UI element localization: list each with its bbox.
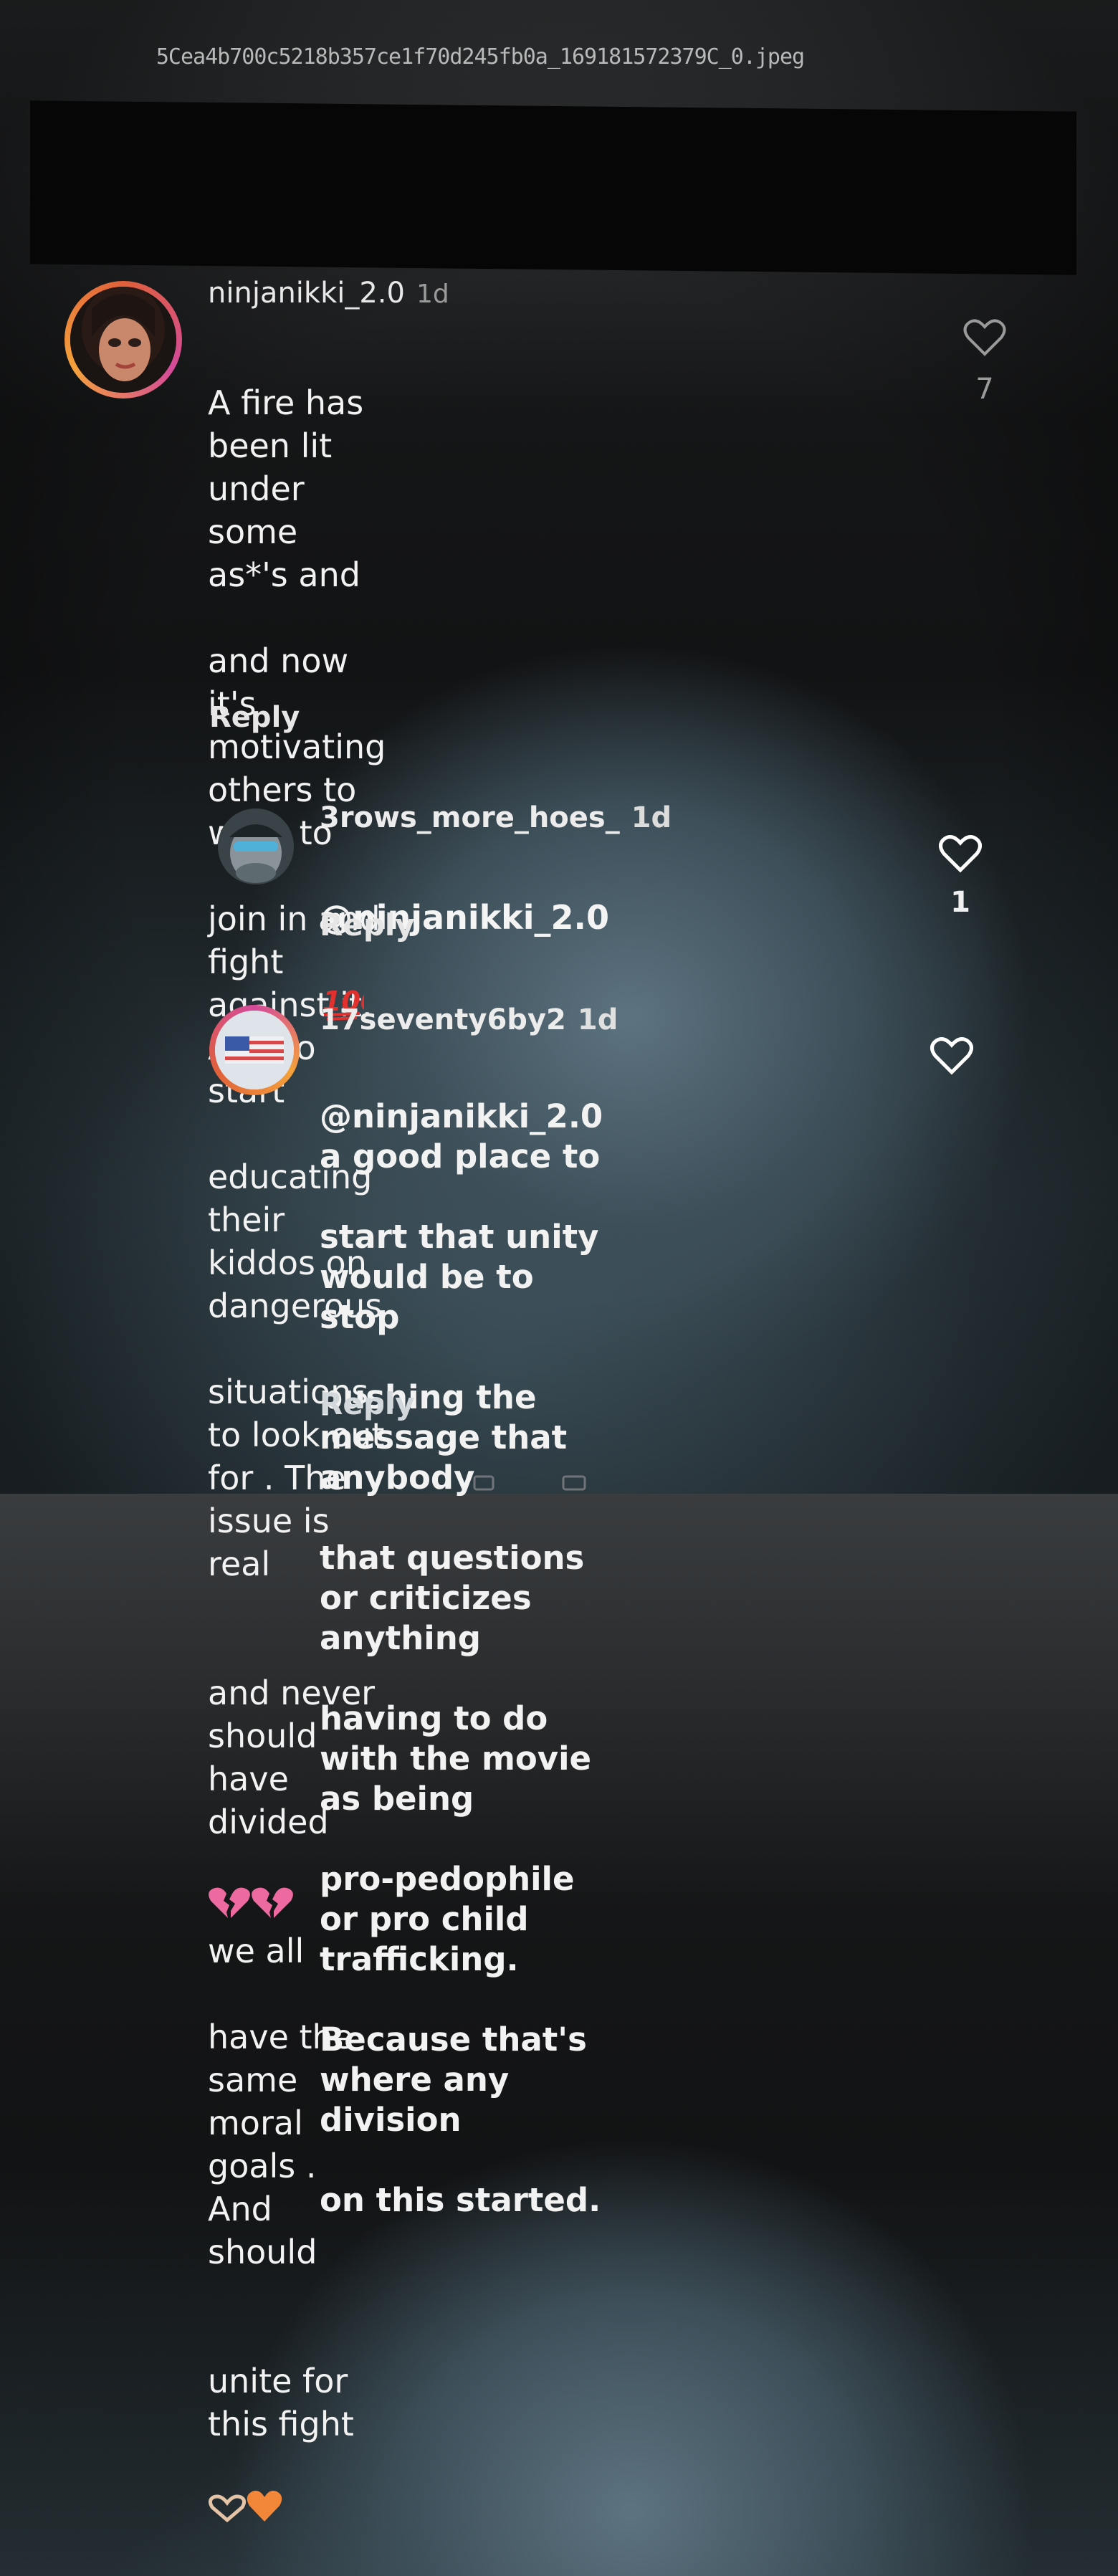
- broken-heart-emoji: [208, 1843, 294, 1929]
- like-count: 7: [975, 373, 994, 406]
- reply-button[interactable]: Reply: [320, 907, 415, 943]
- heart-outline-icon: [930, 1036, 973, 1075]
- comment-header: 17seventy6by2 1d: [320, 1003, 618, 1036]
- comment-header: ninjanikki_2.0 1d: [208, 277, 449, 310]
- timestamp: 1d: [416, 280, 449, 309]
- username[interactable]: 3rows_more_hoes_: [320, 801, 620, 834]
- comment-line: that questions or criticizes anything: [320, 1539, 585, 1657]
- avatar[interactable]: [70, 287, 176, 393]
- avatar[interactable]: [215, 1011, 294, 1089]
- reply-button[interactable]: Reply: [209, 701, 300, 734]
- comment-line: Because that's where any division: [320, 2021, 587, 2139]
- redacted-bar: [30, 100, 1076, 275]
- timestamp: 1d: [631, 801, 672, 834]
- like-count: 1: [950, 886, 970, 919]
- like-button[interactable]: [930, 1036, 973, 1078]
- file-name-title: 5Cea4b700c5218b357ce1f70d245fb0a_1691815…: [156, 44, 805, 70]
- comment-header: 3rows_more_hoes_ 1d: [320, 801, 672, 834]
- window-icon[interactable]: [562, 1475, 586, 1491]
- comment-line: start that unity would be to stop: [320, 1218, 599, 1336]
- comment-line-fragment: we all: [208, 1932, 305, 1970]
- comment-line: on this started.: [320, 2181, 601, 2219]
- username[interactable]: 17seventy6by2: [320, 1003, 566, 1036]
- avatar-image: [70, 287, 176, 393]
- comment-line-with-emoji: unite for this fight: [208, 2317, 386, 2533]
- username[interactable]: ninjanikki_2.0: [208, 277, 405, 310]
- orange-heart-emoji: [247, 2446, 282, 2533]
- comment-line: pro-pedophile or pro child trafficking.: [320, 1860, 575, 1978]
- like-button[interactable]: [939, 834, 982, 876]
- toolbar-icons: [473, 1475, 586, 1491]
- avatar-image: [215, 1011, 294, 1089]
- crop-icon[interactable]: [473, 1475, 494, 1491]
- comment-line: A fire has been lit under some as*'s and: [208, 383, 364, 594]
- comment-line-fragment: unite for this fight: [208, 2362, 354, 2443]
- comment-line: having to do with the movie as being: [320, 1699, 592, 1818]
- heart-outline-icon: [963, 319, 1006, 356]
- avatar[interactable]: [218, 808, 294, 884]
- comment-text: @ninjanikki_2.0 a good place to start th…: [320, 1056, 603, 2261]
- heart-hands-emoji: [208, 2447, 247, 2533]
- reply-button[interactable]: Reply: [320, 1386, 415, 1421]
- heart-outline-icon: [939, 834, 982, 873]
- like-button[interactable]: [963, 318, 1006, 360]
- timestamp: 1d: [577, 1003, 618, 1036]
- bottom-toolbar: [466, 1471, 595, 1497]
- avatar-image: [218, 808, 294, 884]
- comment-line: @ninjanikki_2.0 a good place to: [320, 1097, 603, 1175]
